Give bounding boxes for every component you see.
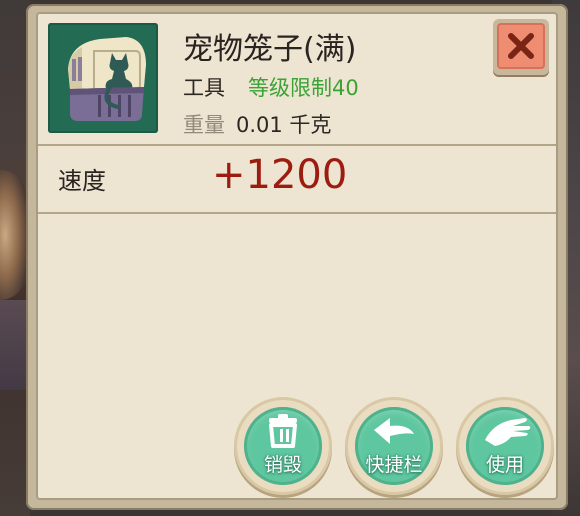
item-type: 工具 xyxy=(183,76,225,100)
header-divider xyxy=(38,144,556,146)
weight-label: 重量 xyxy=(183,113,225,137)
trash-icon xyxy=(269,414,297,448)
hotbar-button[interactable]: 快捷栏 xyxy=(348,400,440,492)
item-tooltip-content: 宠物笼子(满) 工具 等级限制40 重量 0.01 千克 速度 +1200 销毁 xyxy=(36,12,558,500)
hand-icon xyxy=(485,418,531,446)
use-button[interactable]: 使用 xyxy=(459,400,551,492)
stats-divider xyxy=(38,212,556,214)
arrow-left-icon xyxy=(374,418,414,444)
item-level-requirement: 等级限制40 xyxy=(248,76,359,100)
use-label: 使用 xyxy=(485,454,524,476)
weight-value: 0.01 千克 xyxy=(236,113,332,137)
character-hair xyxy=(0,170,26,300)
hotbar-label: 快捷栏 xyxy=(365,454,423,476)
stat-label-speed: 速度 xyxy=(58,167,106,195)
close-button[interactable] xyxy=(493,19,549,75)
item-name: 宠物笼子(满) xyxy=(183,32,357,67)
stat-value-speed: +1200 xyxy=(212,152,348,198)
close-icon xyxy=(508,33,534,59)
destroy-label: 销毁 xyxy=(263,454,302,476)
destroy-button[interactable]: 销毁 xyxy=(237,400,329,492)
pet-cage-icon xyxy=(48,23,158,133)
item-tooltip-panel: 宠物笼子(满) 工具 等级限制40 重量 0.01 千克 速度 +1200 销毁 xyxy=(26,4,568,510)
